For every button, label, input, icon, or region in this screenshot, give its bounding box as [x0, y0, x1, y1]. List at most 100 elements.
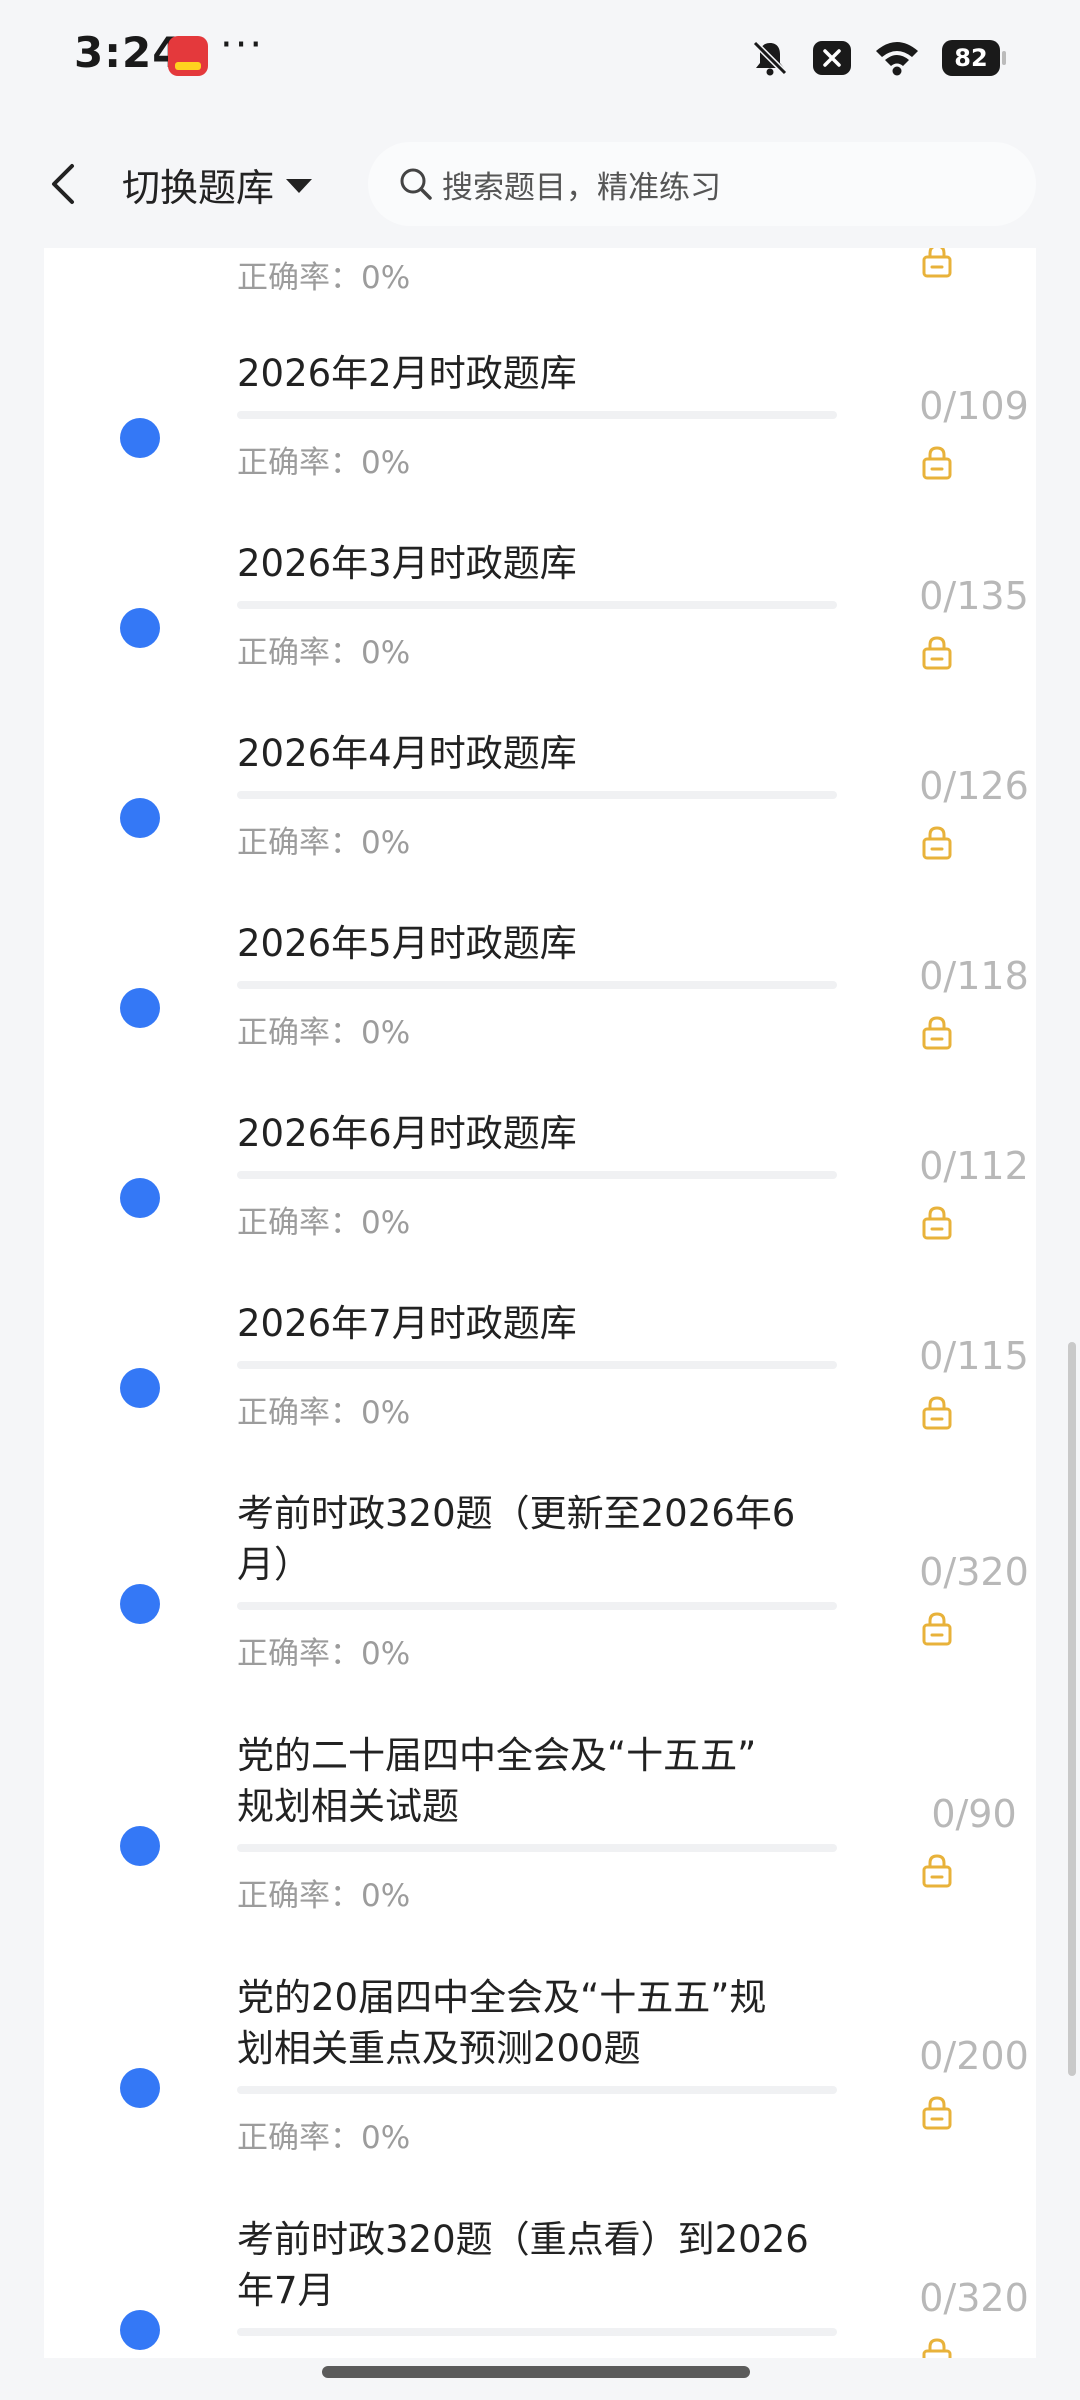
lock-icon	[922, 2338, 952, 2358]
item-title-line: 2026年7月时政题库	[237, 1302, 577, 1345]
status-dot	[120, 798, 160, 838]
lock-icon	[922, 1396, 952, 1430]
accuracy-text: 正确率：0%	[237, 445, 411, 481]
item-title-line: 2026年2月时政题库	[237, 352, 577, 395]
progress-bar	[237, 791, 837, 799]
lock-icon	[922, 1206, 952, 1240]
lock-icon	[922, 446, 952, 480]
status-more: ···	[220, 22, 265, 68]
screen: 3:24 ··· 82 切换题库 搜索题目，精准练习 正确率：0% 2026年2…	[0, 0, 1080, 2400]
search-placeholder: 搜索题目，精准练习	[442, 169, 721, 206]
status-dot	[120, 1584, 160, 1624]
progress-bar	[237, 981, 837, 989]
list-item[interactable]: 2026年3月时政题库 正确率：0% 0/135	[44, 538, 1036, 708]
status-dot	[120, 2310, 160, 2350]
item-title-line: 2026年3月时政题库	[237, 542, 577, 585]
progress-bar	[237, 601, 837, 609]
item-title-line: 月）	[237, 1543, 311, 1586]
question-bank-list: 正确率：0% 2026年2月时政题库 正确率：0% 0/109 2026年3月时政题库…	[44, 248, 1036, 2358]
item-title: 2026年5月时政题库	[237, 918, 837, 969]
search-input[interactable]: 搜索题目，精准练习	[368, 142, 1036, 226]
question-count: 0/112	[919, 1144, 1029, 1188]
list-item[interactable]: 2026年5月时政题库正确率：0% 0/118	[44, 918, 1036, 1088]
question-count: 0/126	[919, 764, 1029, 808]
item-title: 2026年2月时政题库	[237, 348, 837, 399]
progress-bar	[237, 2328, 837, 2336]
status-dot	[120, 608, 160, 648]
question-count: 0/115	[919, 1334, 1029, 1378]
progress-bar	[237, 1171, 837, 1179]
question-count: 0/135	[919, 574, 1029, 618]
item-title-line: 党的20届四中全会及“十五五”规	[237, 1976, 767, 2019]
item-title-line: 党的二十届四中全会及“十五五”	[237, 1734, 757, 1777]
app-header: 切换题库 搜索题目，精准练习	[0, 120, 1080, 248]
item-title-line: 划相关重点及预测200题	[237, 2027, 641, 2070]
status-dot	[120, 1178, 160, 1218]
status-dot	[120, 2068, 160, 2108]
list-item[interactable]: 2026年6月时政题库正确率：0% 0/112	[44, 1108, 1036, 1278]
item-title: 2026年7月时政题库	[237, 1298, 837, 1349]
home-indicator[interactable]	[322, 2366, 750, 2378]
item-title: 考前时政320题（更新至2026年6 月）	[237, 1488, 837, 1590]
status-dot	[120, 1826, 160, 1866]
accuracy-text: 正确率：0%	[237, 1878, 411, 1914]
item-title: 党的二十届四中全会及“十五五” 规划相关试题	[237, 1730, 837, 1832]
question-count: 0/320	[919, 1550, 1029, 1594]
switch-bank-label: 切换题库	[122, 165, 275, 210]
lock-icon	[922, 248, 952, 278]
status-dot	[120, 988, 160, 1028]
scrollbar[interactable]	[1068, 1342, 1076, 2076]
accuracy-text: 正确率：0%	[237, 825, 411, 861]
list-item[interactable]: 2026年7月时政题库正确率：0% 0/115	[44, 1298, 1036, 1468]
list-item[interactable]: 2026年2月时政题库正确率：0% 0/109	[44, 348, 1036, 518]
question-count: 0/118	[919, 954, 1029, 998]
close-box-icon	[813, 41, 851, 75]
item-title-line: 2026年6月时政题库	[237, 1112, 577, 1155]
status-dot	[120, 1368, 160, 1408]
accuracy-text: 正确率：0%	[237, 1636, 411, 1672]
list-item[interactable]: 党的二十届四中全会及“十五五” 规划相关试题正确率：0% 0/90	[44, 1730, 1036, 1952]
switch-bank-button[interactable]: 切换题库	[122, 158, 313, 210]
question-count: 0/320	[919, 2276, 1029, 2320]
item-title-line: 2026年5月时政题库	[237, 922, 577, 965]
list-item[interactable]: 考前时政320题（更新至2026年6 月） 正确率：0% 0/320	[44, 1488, 1036, 1710]
progress-bar	[237, 1602, 837, 1610]
item-title-line: 考前时政320题（重点看）到2026	[237, 2218, 809, 2261]
accuracy-text: 正确率：0%	[237, 1205, 411, 1241]
list-item[interactable]: 2026年4月时政题库正确率：0% 0/126	[44, 728, 1036, 898]
accuracy-text: 正确率：0%	[237, 2120, 411, 2156]
item-title: 考前时政320题（重点看）到2026 年7月	[237, 2214, 837, 2316]
lock-icon	[922, 636, 952, 670]
status-dot	[120, 418, 160, 458]
status-time: 3:24	[74, 28, 183, 77]
lock-icon	[922, 1612, 952, 1646]
battery-icon: 82	[942, 40, 1006, 76]
lock-icon	[922, 826, 952, 860]
list-item[interactable]: 党的20届四中全会及“十五五”规 划相关重点及预测200题 正确率：0% 0/200	[44, 1972, 1036, 2194]
wifi-icon	[876, 42, 918, 76]
question-count: 0/109	[919, 384, 1029, 428]
item-title: 党的20届四中全会及“十五五”规 划相关重点及预测200题	[237, 1972, 837, 2074]
progress-bar	[237, 1844, 837, 1852]
item-title-line: 考前时政320题（更新至2026年6	[237, 1492, 796, 1535]
item-title-line: 规划相关试题	[237, 1785, 459, 1828]
accuracy-text: 正确率：0%	[237, 260, 411, 296]
accuracy-text: 正确率：0%	[237, 1015, 411, 1051]
list-item[interactable]: 考前时政320题（重点看）到2026 年7月 0/320	[44, 2214, 1036, 2358]
caret-down-icon	[286, 179, 313, 193]
progress-bar	[237, 411, 837, 419]
search-icon	[400, 168, 432, 200]
mute-bell-icon	[752, 40, 788, 76]
lock-icon	[922, 2096, 952, 2130]
progress-bar	[237, 2086, 837, 2094]
back-icon[interactable]	[44, 160, 84, 208]
question-count: 0/90	[931, 1792, 1017, 1836]
lock-icon	[922, 1854, 952, 1888]
app-618-icon	[168, 36, 208, 76]
progress-bar	[237, 1361, 837, 1369]
item-title: 2026年6月时政题库	[237, 1108, 837, 1159]
item-title: 2026年4月时政题库	[237, 728, 837, 779]
status-bar: 3:24 ··· 82	[0, 0, 1080, 120]
accuracy-text: 正确率：0%	[237, 1395, 411, 1431]
item-title-line: 年7月	[237, 2269, 335, 2312]
